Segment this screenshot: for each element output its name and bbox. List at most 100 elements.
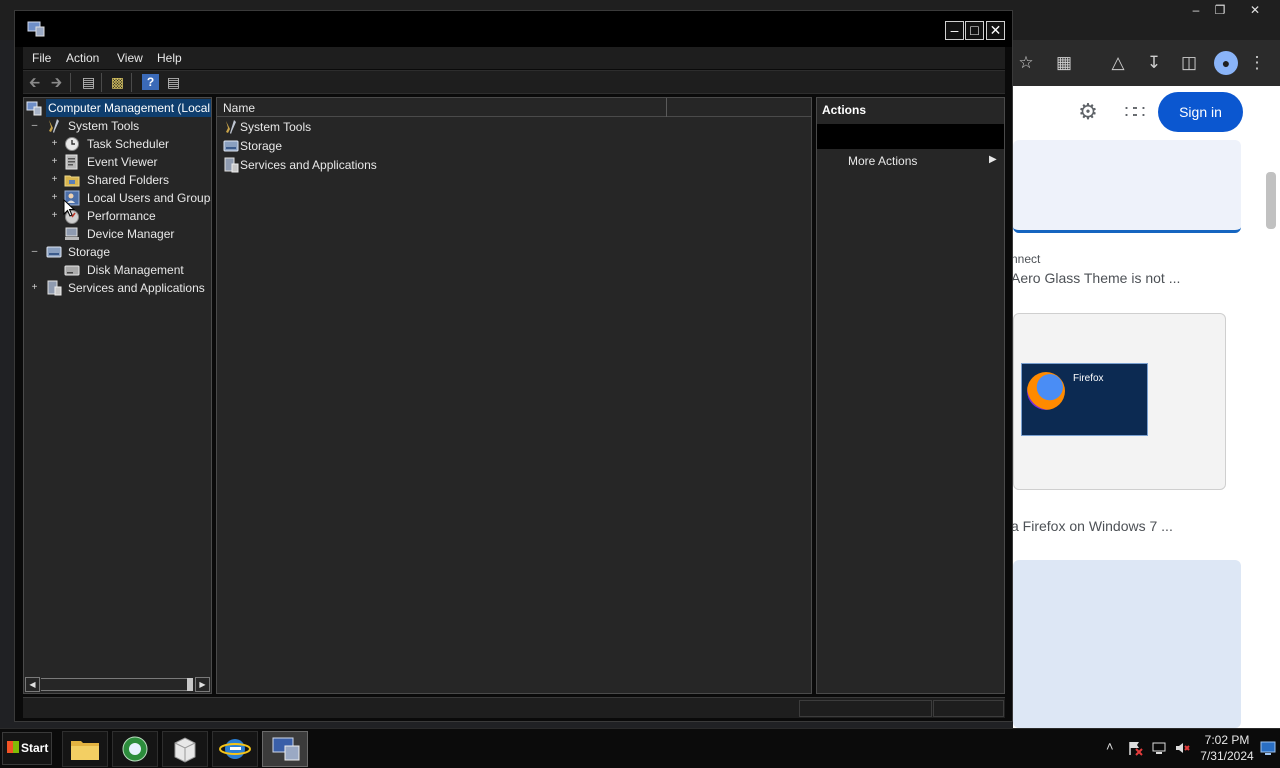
minimize-button[interactable]: – [945,21,964,40]
settings-gear-icon[interactable]: ⚙ [1075,99,1101,125]
system-clock[interactable]: 7:02 PM 7/31/2024 [1195,732,1259,764]
clock-icon [65,137,79,151]
export-list-icon[interactable]: ▩ [109,74,126,90]
console-tree[interactable]: Computer Management (Local – System Tool… [23,97,212,694]
back-arrow-icon[interactable]: 🡰 [26,74,43,90]
maximize-button[interactable]: □ [965,21,984,40]
browser-toolbar: ☆ ▦ △ ↧ ◫ ⋮ [1013,40,1280,86]
show-hide-action-pane-icon[interactable]: ▤ [165,74,182,90]
status-bar [23,697,1005,718]
actions-section-bar[interactable] [817,124,1004,149]
result-source: nnect [1011,252,1041,266]
show-hidden-icons-chevron-icon[interactable]: ˄ [1106,739,1114,754]
shared-folder-icon [64,175,80,187]
status-cell [933,700,1004,717]
taskbar: Start ˄ 7:02 PM 7/31/2024 [0,728,1280,768]
taskbar-media-button[interactable] [112,731,158,767]
toolbar-separator [131,73,132,92]
taskbar-ie-button[interactable] [212,731,258,767]
column-divider[interactable] [666,98,667,117]
box-icon [174,737,196,763]
browser-menu-icon[interactable]: ⋮ [1244,50,1270,76]
browser-restore-button[interactable]: ❐ [1205,0,1235,20]
tools-icon [49,119,59,133]
profile-avatar-icon[interactable]: ● [1214,51,1238,75]
tools-icon [226,120,236,134]
mouse-cursor-icon [63,199,75,217]
clock-date: 7/31/2024 [1200,749,1254,763]
folder-icon [71,741,99,760]
download-icon[interactable]: ↧ [1141,50,1167,76]
firefox-caption: Firefox [1073,373,1104,384]
title-bar[interactable]: – □ ✕ [15,11,1012,47]
computer-management-window: – □ ✕ File Action View Help 🡰 🡲 ▤ ▩ ? ▤ … [14,10,1013,722]
services-icon [47,280,62,296]
menu-help[interactable]: Help [157,51,182,65]
show-desktop-icon[interactable] [1260,740,1276,756]
expand-icon[interactable]: + [30,279,39,297]
browser-close-button[interactable]: ✕ [1240,0,1270,20]
show-hide-console-tree-icon[interactable]: ▤ [80,74,97,90]
result-title-link[interactable]: a Firefox on Windows 7 ... [1011,518,1173,534]
firefox-logo-icon [1027,372,1065,410]
expand-icon[interactable]: + [50,189,59,207]
action-center-flag-icon[interactable] [1127,740,1143,756]
result-title-link[interactable]: Aero Glass Theme is not ... [1011,270,1180,286]
globe-icon [122,736,148,762]
device-manager-icon [65,227,79,240]
menu-file[interactable]: File [32,51,51,65]
column-name-header[interactable]: Name [223,101,255,115]
labs-flask-icon[interactable]: △ [1105,50,1131,76]
storage-icon [46,246,62,258]
volume-muted-icon[interactable] [1174,740,1190,756]
computer-management-icon [272,737,300,761]
details-pane[interactable]: Name System Tools Storage Services and A… [216,97,812,694]
close-button[interactable]: ✕ [986,21,1005,40]
result-thumbnail[interactable] [1013,140,1241,233]
tree-horizontal-scrollbar[interactable]: ◀ ▶ [25,677,210,692]
network-icon[interactable] [1151,740,1167,756]
taskbar-computer-management-button[interactable] [262,731,308,767]
bookmark-star-icon[interactable]: ☆ [1013,50,1039,76]
services-icon [224,157,239,173]
menu-bar: File Action View Help [23,47,1005,69]
expand-icon[interactable]: + [50,153,59,171]
computer-management-icon [26,101,42,116]
actions-pane: Actions More Actions ▶ [816,97,1005,694]
toolbar: 🡰 🡲 ▤ ▩ ? ▤ [23,70,1005,94]
expand-icon[interactable]: + [50,135,59,153]
column-header[interactable]: Name [217,98,811,117]
result-thumbnail[interactable] [1013,560,1241,728]
expand-icon[interactable]: + [50,207,59,225]
event-viewer-icon [65,154,78,170]
taskbar-package-button[interactable] [162,731,208,767]
browser-scrollbar-thumb[interactable] [1266,172,1276,229]
forward-arrow-icon[interactable]: 🡲 [48,74,65,90]
collapse-icon[interactable]: – [30,117,39,135]
menu-view[interactable]: View [117,51,143,65]
extensions-icon[interactable]: ▦ [1051,50,1077,76]
google-apps-icon[interactable]: ∷∷ [1121,99,1147,125]
toolbar-separator [70,73,71,92]
scrollbar-track[interactable] [41,678,193,691]
status-cell [799,700,932,717]
more-actions-item[interactable]: More Actions [848,154,917,168]
actions-header: Actions [822,103,867,117]
windows-flag-icon [7,741,19,753]
collapse-icon[interactable]: – [30,243,39,261]
side-panel-icon[interactable]: ◫ [1176,50,1202,76]
scrollbar-thumb[interactable] [187,678,193,691]
submenu-arrow-icon: ▶ [989,154,997,165]
scroll-left-arrow-icon[interactable]: ◀ [25,677,40,692]
start-button[interactable]: Start [2,732,52,765]
clock-time: 7:02 PM [1204,733,1250,747]
computer-management-icon [27,21,45,37]
internet-explorer-icon [219,739,251,759]
help-icon[interactable]: ? [142,74,159,90]
expand-icon[interactable]: + [50,171,59,189]
sign-in-button[interactable]: Sign in [1158,92,1243,132]
scroll-right-arrow-icon[interactable]: ▶ [195,677,210,692]
storage-icon [223,140,239,152]
taskbar-explorer-button[interactable] [62,731,108,767]
menu-action[interactable]: Action [66,51,99,65]
